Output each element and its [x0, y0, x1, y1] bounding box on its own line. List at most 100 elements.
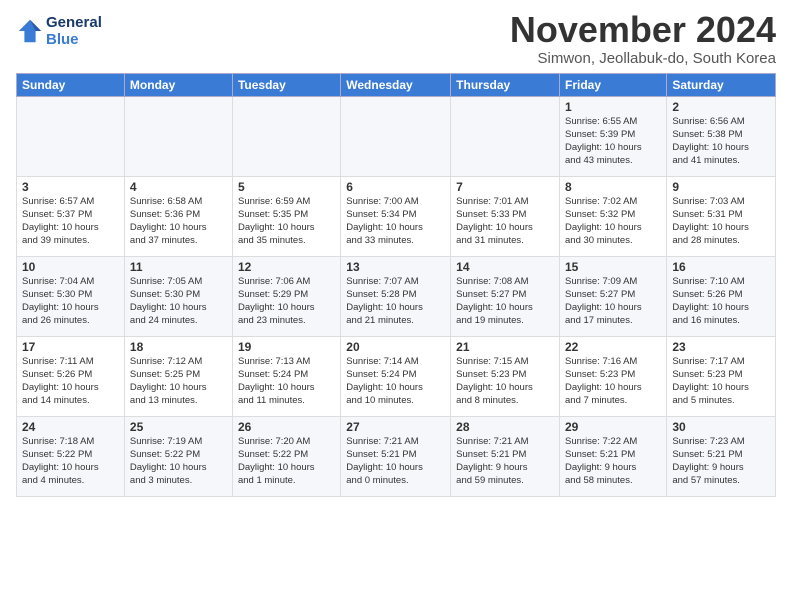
- table-row: 1Sunrise: 6:55 AM Sunset: 5:39 PM Daylig…: [560, 96, 667, 176]
- col-monday: Monday: [124, 73, 232, 96]
- day-info: Sunrise: 7:21 AM Sunset: 5:21 PM Dayligh…: [456, 435, 554, 488]
- table-row: 16Sunrise: 7:10 AM Sunset: 5:26 PM Dayli…: [667, 256, 776, 336]
- table-row: 4Sunrise: 6:58 AM Sunset: 5:36 PM Daylig…: [124, 176, 232, 256]
- day-number: 21: [456, 340, 554, 354]
- table-row: 30Sunrise: 7:23 AM Sunset: 5:21 PM Dayli…: [667, 416, 776, 496]
- table-row: 19Sunrise: 7:13 AM Sunset: 5:24 PM Dayli…: [232, 336, 340, 416]
- col-wednesday: Wednesday: [341, 73, 451, 96]
- day-info: Sunrise: 7:08 AM Sunset: 5:27 PM Dayligh…: [456, 275, 554, 328]
- table-row: 29Sunrise: 7:22 AM Sunset: 5:21 PM Dayli…: [560, 416, 667, 496]
- day-info: Sunrise: 7:09 AM Sunset: 5:27 PM Dayligh…: [565, 275, 661, 328]
- day-number: 16: [672, 260, 770, 274]
- day-info: Sunrise: 7:21 AM Sunset: 5:21 PM Dayligh…: [346, 435, 445, 488]
- calendar-table: Sunday Monday Tuesday Wednesday Thursday…: [16, 73, 776, 497]
- day-info: Sunrise: 7:23 AM Sunset: 5:21 PM Dayligh…: [672, 435, 770, 488]
- title-block: November 2024 Simwon, Jeollabuk-do, Sout…: [510, 10, 776, 67]
- table-row: 20Sunrise: 7:14 AM Sunset: 5:24 PM Dayli…: [341, 336, 451, 416]
- table-row: 8Sunrise: 7:02 AM Sunset: 5:32 PM Daylig…: [560, 176, 667, 256]
- calendar-header-row: Sunday Monday Tuesday Wednesday Thursday…: [17, 73, 776, 96]
- day-number: 2: [672, 100, 770, 114]
- day-info: Sunrise: 7:02 AM Sunset: 5:32 PM Dayligh…: [565, 195, 661, 248]
- table-row: 15Sunrise: 7:09 AM Sunset: 5:27 PM Dayli…: [560, 256, 667, 336]
- table-row: [341, 96, 451, 176]
- day-info: Sunrise: 7:20 AM Sunset: 5:22 PM Dayligh…: [238, 435, 335, 488]
- day-info: Sunrise: 6:57 AM Sunset: 5:37 PM Dayligh…: [22, 195, 119, 248]
- day-info: Sunrise: 6:56 AM Sunset: 5:38 PM Dayligh…: [672, 115, 770, 168]
- day-info: Sunrise: 7:22 AM Sunset: 5:21 PM Dayligh…: [565, 435, 661, 488]
- table-row: 24Sunrise: 7:18 AM Sunset: 5:22 PM Dayli…: [17, 416, 125, 496]
- day-number: 7: [456, 180, 554, 194]
- table-row: 21Sunrise: 7:15 AM Sunset: 5:23 PM Dayli…: [451, 336, 560, 416]
- table-row: 9Sunrise: 7:03 AM Sunset: 5:31 PM Daylig…: [667, 176, 776, 256]
- table-row: 11Sunrise: 7:05 AM Sunset: 5:30 PM Dayli…: [124, 256, 232, 336]
- month-title: November 2024: [510, 10, 776, 50]
- day-number: 18: [130, 340, 227, 354]
- day-info: Sunrise: 7:04 AM Sunset: 5:30 PM Dayligh…: [22, 275, 119, 328]
- day-number: 8: [565, 180, 661, 194]
- logo-text: General Blue: [46, 14, 102, 48]
- table-row: 7Sunrise: 7:01 AM Sunset: 5:33 PM Daylig…: [451, 176, 560, 256]
- day-info: Sunrise: 7:03 AM Sunset: 5:31 PM Dayligh…: [672, 195, 770, 248]
- day-info: Sunrise: 7:16 AM Sunset: 5:23 PM Dayligh…: [565, 355, 661, 408]
- table-row: 22Sunrise: 7:16 AM Sunset: 5:23 PM Dayli…: [560, 336, 667, 416]
- calendar-week-row: 3Sunrise: 6:57 AM Sunset: 5:37 PM Daylig…: [17, 176, 776, 256]
- table-row: 18Sunrise: 7:12 AM Sunset: 5:25 PM Dayli…: [124, 336, 232, 416]
- day-info: Sunrise: 7:00 AM Sunset: 5:34 PM Dayligh…: [346, 195, 445, 248]
- day-number: 9: [672, 180, 770, 194]
- day-number: 3: [22, 180, 119, 194]
- day-number: 30: [672, 420, 770, 434]
- day-number: 17: [22, 340, 119, 354]
- table-row: [451, 96, 560, 176]
- logo: General Blue: [16, 14, 102, 48]
- table-row: 25Sunrise: 7:19 AM Sunset: 5:22 PM Dayli…: [124, 416, 232, 496]
- day-info: Sunrise: 7:01 AM Sunset: 5:33 PM Dayligh…: [456, 195, 554, 248]
- table-row: 2Sunrise: 6:56 AM Sunset: 5:38 PM Daylig…: [667, 96, 776, 176]
- day-number: 29: [565, 420, 661, 434]
- day-number: 22: [565, 340, 661, 354]
- col-sunday: Sunday: [17, 73, 125, 96]
- day-info: Sunrise: 7:05 AM Sunset: 5:30 PM Dayligh…: [130, 275, 227, 328]
- table-row: 13Sunrise: 7:07 AM Sunset: 5:28 PM Dayli…: [341, 256, 451, 336]
- table-row: 12Sunrise: 7:06 AM Sunset: 5:29 PM Dayli…: [232, 256, 340, 336]
- day-number: 25: [130, 420, 227, 434]
- header: General Blue November 2024 Simwon, Jeoll…: [16, 10, 776, 67]
- calendar-week-row: 24Sunrise: 7:18 AM Sunset: 5:22 PM Dayli…: [17, 416, 776, 496]
- day-number: 11: [130, 260, 227, 274]
- table-row: 17Sunrise: 7:11 AM Sunset: 5:26 PM Dayli…: [17, 336, 125, 416]
- day-number: 6: [346, 180, 445, 194]
- table-row: 14Sunrise: 7:08 AM Sunset: 5:27 PM Dayli…: [451, 256, 560, 336]
- day-number: 1: [565, 100, 661, 114]
- col-tuesday: Tuesday: [232, 73, 340, 96]
- table-row: [17, 96, 125, 176]
- day-number: 24: [22, 420, 119, 434]
- day-number: 23: [672, 340, 770, 354]
- col-saturday: Saturday: [667, 73, 776, 96]
- day-info: Sunrise: 7:07 AM Sunset: 5:28 PM Dayligh…: [346, 275, 445, 328]
- day-number: 26: [238, 420, 335, 434]
- day-number: 20: [346, 340, 445, 354]
- table-row: 6Sunrise: 7:00 AM Sunset: 5:34 PM Daylig…: [341, 176, 451, 256]
- day-info: Sunrise: 7:18 AM Sunset: 5:22 PM Dayligh…: [22, 435, 119, 488]
- day-info: Sunrise: 7:11 AM Sunset: 5:26 PM Dayligh…: [22, 355, 119, 408]
- day-number: 13: [346, 260, 445, 274]
- table-row: [124, 96, 232, 176]
- day-info: Sunrise: 7:14 AM Sunset: 5:24 PM Dayligh…: [346, 355, 445, 408]
- col-thursday: Thursday: [451, 73, 560, 96]
- location: Simwon, Jeollabuk-do, South Korea: [510, 50, 776, 67]
- day-number: 27: [346, 420, 445, 434]
- day-number: 10: [22, 260, 119, 274]
- day-info: Sunrise: 6:58 AM Sunset: 5:36 PM Dayligh…: [130, 195, 227, 248]
- day-info: Sunrise: 6:55 AM Sunset: 5:39 PM Dayligh…: [565, 115, 661, 168]
- day-info: Sunrise: 7:15 AM Sunset: 5:23 PM Dayligh…: [456, 355, 554, 408]
- calendar-week-row: 17Sunrise: 7:11 AM Sunset: 5:26 PM Dayli…: [17, 336, 776, 416]
- day-info: Sunrise: 7:19 AM Sunset: 5:22 PM Dayligh…: [130, 435, 227, 488]
- day-number: 4: [130, 180, 227, 194]
- table-row: 5Sunrise: 6:59 AM Sunset: 5:35 PM Daylig…: [232, 176, 340, 256]
- logo-icon: [16, 17, 44, 45]
- day-info: Sunrise: 7:06 AM Sunset: 5:29 PM Dayligh…: [238, 275, 335, 328]
- table-row: 3Sunrise: 6:57 AM Sunset: 5:37 PM Daylig…: [17, 176, 125, 256]
- calendar-week-row: 1Sunrise: 6:55 AM Sunset: 5:39 PM Daylig…: [17, 96, 776, 176]
- col-friday: Friday: [560, 73, 667, 96]
- day-info: Sunrise: 7:10 AM Sunset: 5:26 PM Dayligh…: [672, 275, 770, 328]
- day-number: 5: [238, 180, 335, 194]
